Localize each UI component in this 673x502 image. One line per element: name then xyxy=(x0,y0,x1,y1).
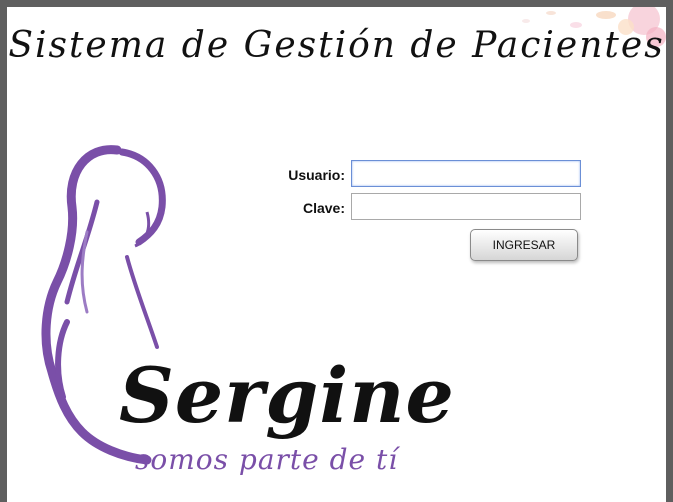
ingresar-button[interactable]: INGRESAR xyxy=(470,229,578,261)
clave-input[interactable] xyxy=(351,193,581,220)
page-title: Sistema de Gestión de Pacientes xyxy=(8,25,665,66)
usuario-input[interactable] xyxy=(351,160,581,187)
window-frame: Sistema de Gestión de Pacientes Sergine … xyxy=(0,0,673,502)
brand-name: Sergine xyxy=(119,351,455,440)
usuario-label: Usuario: xyxy=(288,167,345,183)
clave-label: Clave: xyxy=(302,200,345,216)
brand-tagline: somos parte de tí xyxy=(135,443,399,476)
login-page: Sistema de Gestión de Pacientes Sergine … xyxy=(7,7,666,502)
